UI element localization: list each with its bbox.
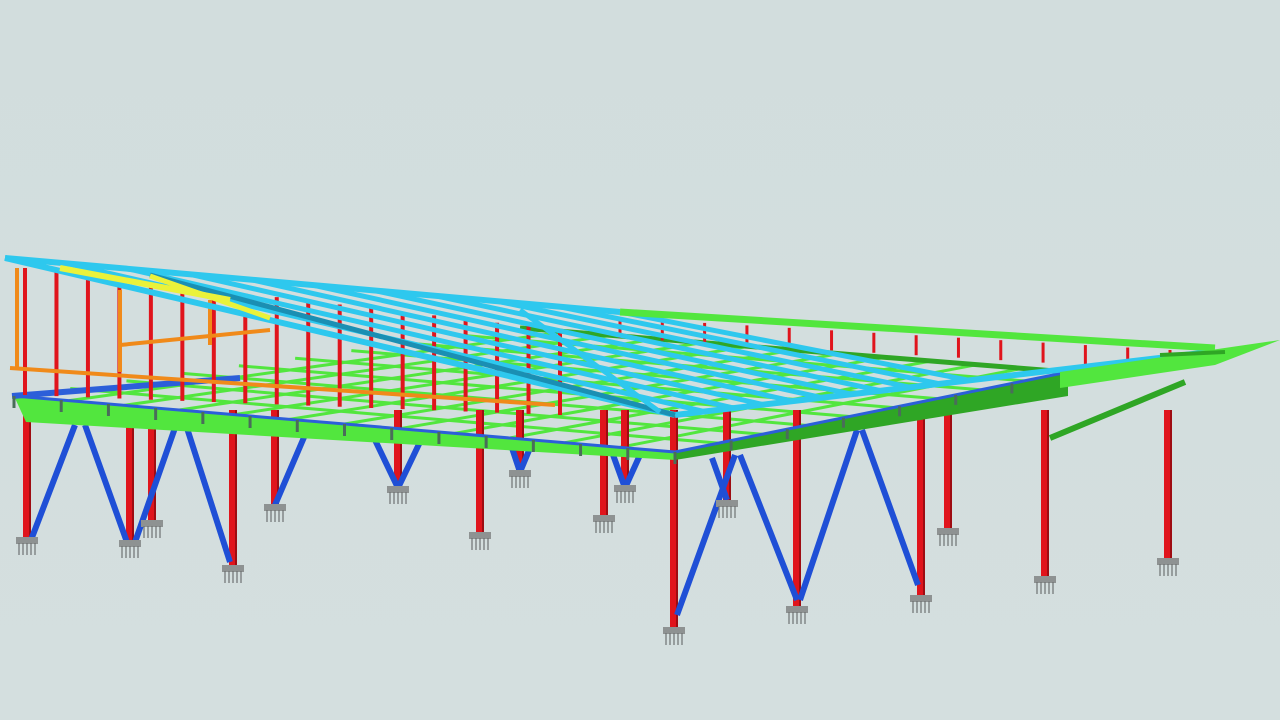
- base-plate: [593, 515, 615, 522]
- brace: [272, 433, 308, 507]
- brace: [737, 453, 800, 602]
- base-plate: [1157, 558, 1179, 565]
- base-plate: [222, 565, 244, 572]
- brace: [183, 424, 233, 563]
- brace: [797, 429, 860, 601]
- brace: [674, 453, 738, 617]
- base-plate: [937, 528, 959, 535]
- structural-frame-render: [4, 255, 1280, 645]
- base-plate: [264, 504, 286, 511]
- base-plate: [509, 470, 531, 477]
- braces-group: [28, 423, 921, 617]
- brace: [28, 423, 78, 542]
- base-plate: [16, 537, 38, 544]
- base-plate: [910, 595, 932, 602]
- base-plate: [663, 627, 685, 634]
- base-plate: [614, 485, 636, 492]
- base-plate: [387, 486, 409, 493]
- base-plate: [119, 540, 141, 547]
- rail: [119, 328, 271, 347]
- base-plate: [786, 606, 808, 613]
- base-plate: [1034, 576, 1056, 583]
- model-viewport[interactable]: [0, 0, 1280, 720]
- base-plate: [469, 532, 491, 539]
- base-plates-group: [16, 470, 1179, 645]
- base-plate: [716, 500, 738, 507]
- brace: [859, 428, 921, 587]
- base-plate: [141, 520, 163, 527]
- brace: [82, 423, 131, 547]
